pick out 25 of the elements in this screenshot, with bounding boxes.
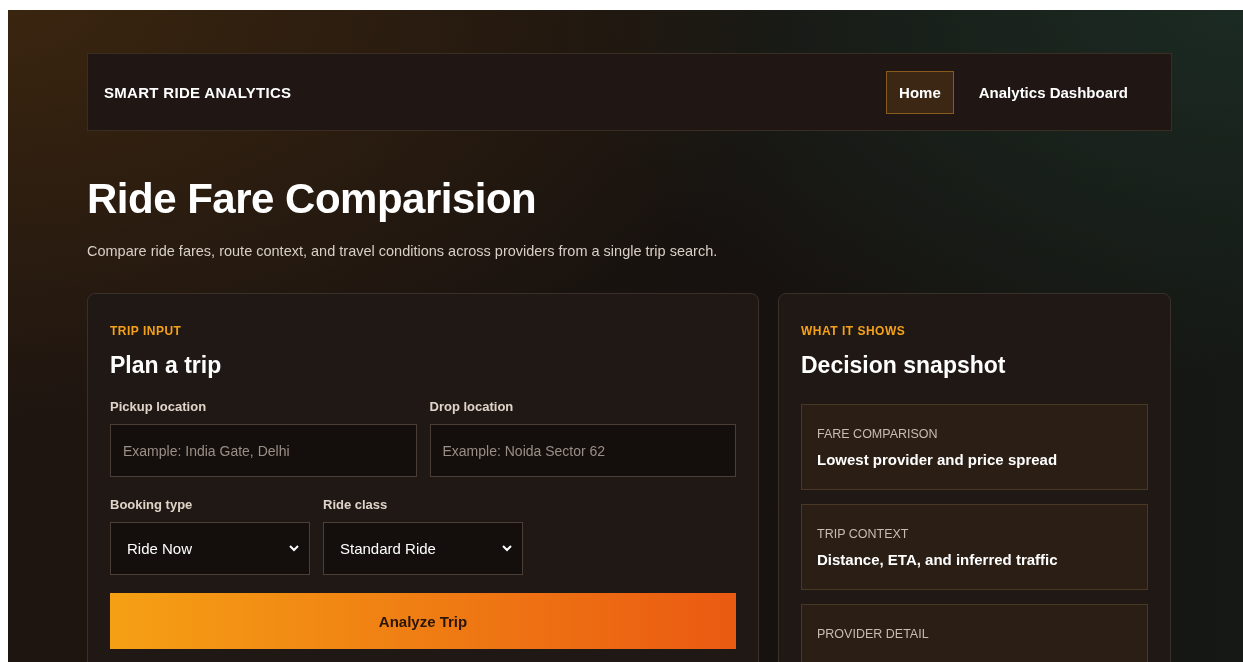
field-label: Booking type [110,497,194,512]
field-label: Drop location [429,399,515,414]
nav-link[interactable]: Analytics Dashboard [965,70,1141,114]
item-text: Distance, ETA, and inferred traffic [817,551,1059,568]
page-title: Ride Fare Comparision [87,175,538,223]
dropdown[interactable]: Ride Now [110,522,310,575]
item-label: TRIP CONTEXT [817,527,910,541]
section-eyebrow: WHAT IT SHOWS [801,324,907,338]
field-label: Ride class [323,497,389,512]
location-input[interactable]: Example: Noida Sector 62 [429,424,736,477]
card-heading: Decision snapshot [801,352,1007,379]
location-input[interactable]: Example: India Gate, Delhi [110,424,417,477]
item-text: Lowest provider and price spread [817,451,1059,468]
nav-link[interactable]: Home [886,70,954,114]
dropdown[interactable]: Standard Ride [323,522,523,575]
page-subtitle: Compare ride fares, route context, and travel conditions across providers from a single trip search. [87,243,719,259]
brand-name: SMART RIDE ANALYTICS [104,83,292,101]
item-label: FARE COMPARISON [817,427,939,441]
field-label: Pickup location [110,399,208,414]
item-label: PROVIDER DETAIL [817,627,930,641]
chevron-icon [289,545,299,552]
card-heading: Plan a trip [110,352,223,379]
analyze-button[interactable]: Analyze Trip [110,593,736,649]
section-eyebrow: TRIP INPUT [110,324,183,338]
chevron-icon [502,545,512,552]
